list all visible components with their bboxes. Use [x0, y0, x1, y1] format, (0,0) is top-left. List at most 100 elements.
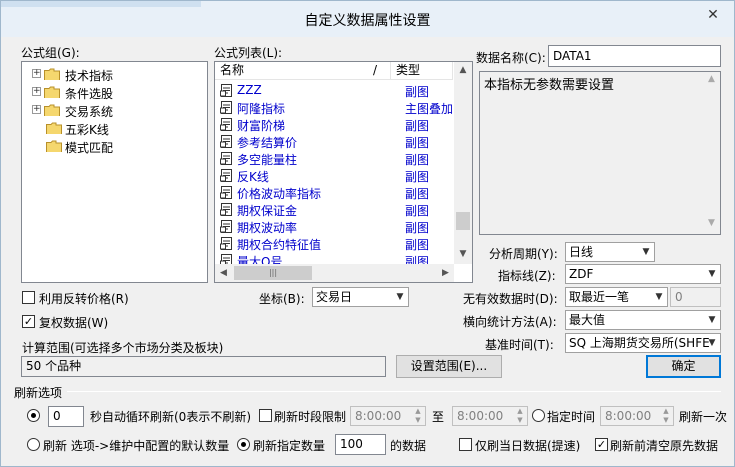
base-time-select[interactable]: SQ 上海期货交易所(SHFE ▼ — [565, 333, 721, 353]
formula-group-tree[interactable]: + 技术指标 + 条件选股 + 交易系统 五彩K线 模式匹配 — [21, 61, 208, 283]
use-reverse-price-label[interactable]: 利用反转价格(R) — [39, 290, 129, 307]
no-data-extra-spinbox: 0 — [670, 287, 721, 307]
horizontal-scroll-thumb[interactable]: ||| — [234, 266, 312, 280]
period-select[interactable]: 日线 ▼ — [565, 242, 655, 262]
column-header-name[interactable]: 名称 / — [215, 62, 391, 79]
clear-before-checkbox[interactable]: ✓ — [595, 438, 608, 451]
auto-refresh-radio[interactable] — [27, 409, 40, 422]
chevron-down-icon[interactable]: ▼ — [651, 288, 667, 306]
tree-item[interactable]: + 技术指标 — [22, 65, 202, 83]
formula-list-row[interactable]: 阿隆指标 主图叠加 — [215, 99, 453, 116]
specified-time-radio[interactable] — [532, 409, 545, 422]
indicator-line-label: 指标线(Z): — [498, 269, 556, 283]
refresh-limit-label[interactable]: 刷新时段限制 — [274, 408, 346, 425]
plus-box-icon[interactable]: + — [32, 69, 41, 78]
formula-list-row[interactable]: ZZZ 副图 — [215, 82, 453, 99]
chevron-down-icon[interactable]: ▼ — [704, 311, 720, 329]
formula-doc-icon — [220, 152, 232, 165]
default-count-label[interactable]: 刷新 选项->维护中配置的默认数量 — [43, 437, 229, 454]
refresh-count-input[interactable]: 100 — [335, 434, 386, 455]
column-header-type[interactable]: 类型 — [391, 62, 453, 79]
vertical-scroll-thumb[interactable] — [456, 212, 470, 230]
scroll-up-icon[interactable]: ▲ — [454, 62, 472, 79]
plus-box-icon[interactable]: + — [32, 87, 41, 96]
chevron-down-icon[interactable]: ▼ — [638, 243, 654, 261]
set-range-button[interactable]: 设置范围(E)... — [396, 355, 502, 378]
scroll-down-icon[interactable]: ▼ — [454, 246, 472, 263]
adjusted-data-label[interactable]: 复权数据(W) — [39, 314, 108, 331]
formula-list-row[interactable]: 多空能量柱 副图 — [215, 150, 453, 167]
specified-count-label[interactable]: 刷新指定数量 — [253, 437, 325, 454]
header-divider — [215, 79, 453, 80]
use-reverse-price-checkbox[interactable] — [22, 291, 35, 304]
tree-item[interactable]: 模式匹配 — [22, 137, 202, 155]
tree-item-label: 模式匹配 — [65, 141, 114, 155]
base-time-value: SQ 上海期货交易所(SHFE — [569, 336, 710, 350]
chevron-down-icon[interactable]: ▼ — [392, 288, 408, 306]
formula-name: 期权保证金 — [237, 204, 298, 218]
horizontal-method-select[interactable]: 最大值 ▼ — [565, 310, 721, 330]
specified-time-label[interactable]: 指定时间 — [547, 408, 595, 425]
sort-mark: / — [373, 63, 378, 77]
data-name-label: 数据名称(C): — [476, 51, 546, 65]
formula-list-row[interactable]: 价格波动率指标 副图 — [215, 184, 453, 201]
formula-type: 副图 — [405, 255, 430, 264]
tree-item[interactable]: + 条件选股 — [22, 83, 202, 101]
tree-item-label: 五彩K线 — [65, 123, 109, 137]
formula-type: 副图 — [405, 119, 430, 133]
clear-before-label[interactable]: 刷新前清空原先数据 — [610, 437, 718, 454]
specified-count-radio[interactable] — [237, 438, 250, 451]
spin-icon: ▲ ▼ — [517, 407, 523, 424]
today-only-label[interactable]: 仅刷当日数据(提速) — [475, 437, 580, 454]
scroll-up-icon[interactable]: ▲ — [703, 74, 720, 84]
data-name-input[interactable]: DATA1 — [548, 45, 721, 67]
description-box: 本指标无参数需要设置 ▲ ▼ — [479, 71, 721, 235]
formula-list-row[interactable]: 参考结算价 副图 — [215, 133, 453, 150]
horizontal-scrollbar[interactable]: ◀ ||| ▶ — [215, 264, 454, 282]
column-header-type-label: 类型 — [396, 63, 421, 77]
formula-list-row[interactable]: 期权保证金 副图 — [215, 201, 453, 218]
range-label: 计算范围(可选择多个市场分类及板块) — [22, 341, 224, 355]
formula-list-row[interactable]: 反K线 副图 — [215, 167, 453, 184]
formula-doc-icon — [220, 84, 232, 97]
formula-list[interactable]: 名称 / 类型 ZZZ 副图 阿隆指标 主图叠加 财富阶梯 副图 参考结算价 副图 多空能量柱副… — [214, 61, 473, 283]
chevron-down-icon[interactable]: ▼ — [704, 265, 720, 283]
refresh-time-to-value: 8:00:00 — [457, 409, 504, 423]
coordinate-select[interactable]: 交易日 ▼ — [312, 287, 409, 307]
plus-box-icon[interactable]: + — [32, 105, 41, 114]
formula-list-row[interactable]: 期权波动率 副图 — [215, 218, 453, 235]
indicator-line-select[interactable]: ZDF ▼ — [565, 264, 721, 284]
adjusted-data-checkbox[interactable]: ✓ — [22, 315, 35, 328]
title-bar[interactable]: 自定义数据属性设置 ✕ — [1, 1, 734, 37]
scroll-down-icon[interactable]: ▼ — [703, 218, 720, 228]
refresh-to-label: 至 — [432, 410, 445, 424]
close-icon[interactable]: ✕ — [696, 5, 730, 27]
ok-button[interactable]: 确定 — [646, 355, 721, 378]
formula-type: 副图 — [405, 238, 430, 252]
formula-name: 价格波动率指标 — [237, 187, 322, 201]
no-data-time-select[interactable]: 取最近一笔 ▼ — [565, 287, 668, 307]
formula-doc-icon — [220, 237, 232, 250]
scroll-right-icon[interactable]: ▶ — [437, 264, 454, 282]
formula-list-row[interactable]: 量大Q号 副图 — [215, 252, 453, 264]
no-data-extra-value: 0 — [675, 290, 683, 304]
vertical-scrollbar[interactable]: ▲ ▼ — [454, 62, 472, 264]
tree-item-label: 条件选股 — [65, 87, 114, 101]
folder-icon — [44, 104, 60, 116]
default-count-radio[interactable] — [27, 438, 40, 451]
scroll-left-icon[interactable]: ◀ — [215, 264, 232, 282]
tree-item[interactable]: + 交易系统 — [22, 101, 202, 119]
refresh-limit-checkbox[interactable] — [259, 409, 272, 422]
tree-item[interactable]: 五彩K线 — [22, 119, 202, 137]
formula-type: 副图 — [405, 136, 430, 150]
formula-doc-icon — [220, 203, 232, 216]
formula-name: 期权合约特征值 — [237, 238, 322, 252]
formula-list-row[interactable]: 财富阶梯 副图 — [215, 116, 453, 133]
formula-doc-icon — [220, 186, 232, 199]
formula-list-row[interactable]: 期权合约特征值 副图 — [215, 235, 453, 252]
today-only-checkbox[interactable] — [459, 438, 472, 451]
refresh-seconds-input[interactable]: 0 — [48, 406, 84, 427]
description-scrollbar[interactable]: ▲ ▼ — [703, 72, 720, 234]
formula-doc-icon — [220, 135, 232, 148]
chevron-down-icon[interactable]: ▼ — [704, 334, 720, 352]
